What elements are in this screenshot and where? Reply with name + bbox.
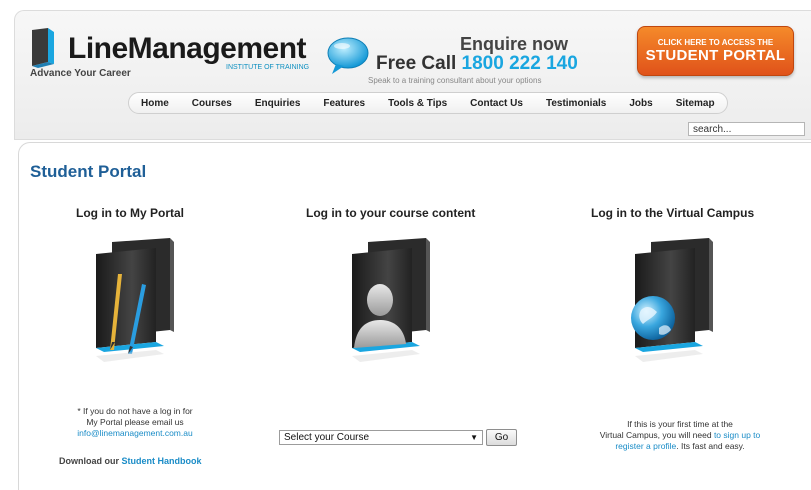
free-call[interactable]: Free Call 1800 222 140 [376, 53, 578, 75]
virtual-campus-note: If this is your first time at the Virtua… [575, 419, 785, 452]
nav-courses[interactable]: Courses [192, 98, 232, 109]
portal-button-big: STUDENT PORTAL [645, 47, 786, 64]
course-select-value: Select your Course [284, 432, 370, 443]
my-portal-note-line1: * If you do not have a log in for [77, 406, 193, 416]
nav-contact-us[interactable]: Contact Us [470, 98, 523, 109]
virtual-campus-note-line1: If this is your first time at the [627, 419, 733, 429]
nav-sitemap[interactable]: Sitemap [676, 98, 715, 109]
my-portal-note: * If you do not have a log in for My Por… [60, 406, 210, 439]
student-handbook-link[interactable]: Student Handbook [122, 456, 202, 466]
nav-tools-tips[interactable]: Tools & Tips [388, 98, 447, 109]
logo-mark-icon [32, 28, 54, 68]
chevron-down-icon: ▼ [470, 433, 478, 442]
nav-features[interactable]: Features [323, 98, 365, 109]
handbook-prefix: Download our [59, 456, 119, 466]
course-select[interactable]: Select your Course ▼ [279, 430, 483, 445]
phone-number[interactable]: 1800 222 140 [462, 53, 578, 74]
speech-bubble-icon [327, 37, 369, 74]
virtual-campus-heading: Log in to the Virtual Campus [591, 206, 755, 220]
student-portal-button[interactable]: CLICK HERE TO ACCESS THE STUDENT PORTAL [637, 26, 794, 76]
site-logo[interactable]: LineManagement INSTITUTE OF TRAINING Adv… [30, 28, 309, 88]
virtual-campus-note-line2: Virtual Campus, you will need [599, 430, 712, 440]
portal-button-small: CLICK HERE TO ACCESS THE [657, 38, 774, 47]
register-profile-link[interactable]: register a profile [615, 441, 676, 451]
my-portal-note-line2: My Portal please email us [86, 417, 184, 427]
logo-text: LineManagement [68, 32, 307, 65]
virtual-campus-note-suffix: . Its fast and easy. [676, 441, 745, 451]
nav-testimonials[interactable]: Testimonials [546, 98, 606, 109]
support-email-link[interactable]: info@linemanagement.com.au [77, 428, 192, 438]
nav-home[interactable]: Home [141, 98, 169, 109]
free-call-label: Free Call [376, 53, 457, 74]
page: LineManagement INSTITUTE OF TRAINING Adv… [0, 0, 811, 490]
page-title: Student Portal [30, 162, 147, 181]
search-input[interactable] [688, 122, 805, 136]
enquire-heading: Enquire now [460, 34, 568, 54]
nav-jobs[interactable]: Jobs [629, 98, 652, 109]
go-button[interactable]: Go [486, 429, 517, 446]
logo-tagline: Advance Your Career [30, 68, 131, 79]
course-content-heading: Log in to your course content [306, 206, 476, 220]
logo-subtitle: INSTITUTE OF TRAINING [226, 64, 310, 71]
nav-enquiries[interactable]: Enquiries [255, 98, 301, 109]
handbook-line: Download our Student Handbook [59, 456, 202, 466]
signup-link[interactable]: to sign up to [714, 430, 760, 440]
folder-pencils-icon[interactable] [84, 238, 184, 388]
folder-user-icon[interactable] [340, 238, 440, 388]
my-portal-heading: Log in to My Portal [76, 206, 184, 220]
enquire-subtext: Speak to a training consultant about you… [368, 76, 542, 85]
folder-globe-icon[interactable] [623, 238, 723, 388]
main-nav: Home Courses Enquiries Features Tools & … [128, 92, 728, 114]
